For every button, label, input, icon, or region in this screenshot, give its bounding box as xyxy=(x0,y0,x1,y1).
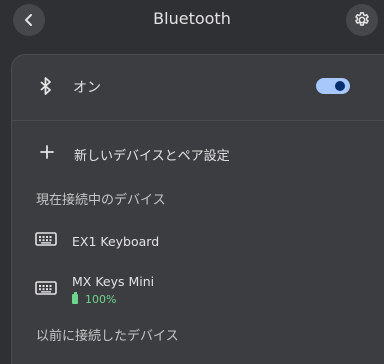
device-item-mx-keys-mini[interactable]: MX Keys Mini 100% xyxy=(12,271,384,311)
bluetooth-status-label: オン xyxy=(73,80,101,96)
keyboard-icon xyxy=(35,281,57,295)
settings-button[interactable] xyxy=(346,4,378,36)
header: Bluetooth xyxy=(0,0,384,42)
keyboard-icon xyxy=(35,232,57,246)
page-title: Bluetooth xyxy=(153,9,231,28)
bluetooth-toggle-row[interactable]: オン xyxy=(12,55,384,120)
battery-percentage: 100% xyxy=(85,292,117,306)
toggle-knob xyxy=(335,81,345,91)
section-header-previous: 以前に接続したデバイス xyxy=(36,329,179,344)
gear-icon xyxy=(355,12,369,26)
device-item-ex1-keyboard[interactable]: EX1 Keyboard xyxy=(12,227,384,255)
plus-icon xyxy=(40,145,54,159)
battery-status: 100% xyxy=(72,292,116,306)
section-header-current: 現在接続中のデバイス xyxy=(36,193,166,208)
divider xyxy=(12,120,384,121)
device-name: EX1 Keyboard xyxy=(72,234,160,249)
pair-new-device-button[interactable]: 新しいデバイスとペア設定 xyxy=(12,139,384,169)
battery-icon xyxy=(72,292,78,304)
bluetooth-toggle[interactable] xyxy=(316,78,350,94)
bluetooth-icon xyxy=(40,77,51,95)
device-name: MX Keys Mini xyxy=(72,274,155,289)
bluetooth-panel: オン 新しいデバイスとペア設定 現在接続中のデバイス EX1 Keyboard xyxy=(11,54,384,364)
pair-new-device-label: 新しいデバイスとペア設定 xyxy=(74,149,230,164)
